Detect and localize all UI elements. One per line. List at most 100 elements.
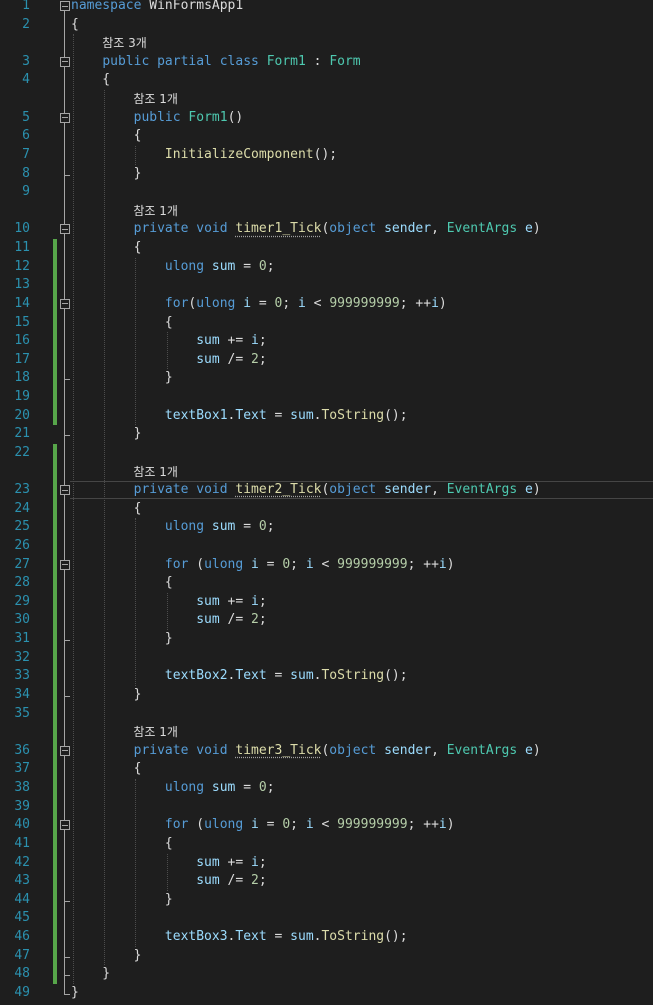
codelens-references[interactable]: 참조 1개 xyxy=(0,463,653,481)
code-token: private void xyxy=(133,221,228,237)
code-token: += xyxy=(219,333,252,349)
code-line[interactable]: 18 } xyxy=(0,369,653,387)
code-line[interactable]: 43 sum /= 2; xyxy=(0,872,653,890)
collapse-icon[interactable] xyxy=(60,745,70,756)
line-code: ulong sum = 0; xyxy=(71,258,275,276)
code-line[interactable]: 25 ulong sum = 0; xyxy=(0,518,653,536)
code-line[interactable]: 24 { xyxy=(0,500,653,518)
collapse-icon[interactable] xyxy=(60,1,70,11)
line-code: } xyxy=(71,891,173,909)
code-line[interactable]: 20 textBox1.Text = sum.ToString(); xyxy=(0,407,653,425)
code-token: e xyxy=(525,221,533,237)
code-line[interactable]: 1 namespace WinFormsApp1 xyxy=(0,0,653,15)
code-line[interactable]: 4 { xyxy=(0,71,653,89)
collapse-icon[interactable] xyxy=(60,298,70,309)
codelens-references[interactable]: 참조 1개 xyxy=(0,202,653,220)
code-line[interactable]: 35 xyxy=(0,705,653,723)
collapse-icon[interactable] xyxy=(60,820,70,831)
code-line[interactable]: 47 } xyxy=(0,947,653,965)
line-number: 49 xyxy=(14,984,30,1000)
codelens-label[interactable]: 참조 1개 xyxy=(133,463,178,481)
code-token: sum xyxy=(196,593,220,609)
code-line[interactable]: 34 } xyxy=(0,686,653,704)
code-token: { xyxy=(71,500,142,516)
code-line[interactable]: 39 xyxy=(0,798,653,816)
code-line[interactable]: 28 { xyxy=(0,574,653,592)
collapse-icon[interactable] xyxy=(60,56,70,67)
code-line[interactable]: 48 } xyxy=(0,965,653,983)
code-line[interactable]: 22 xyxy=(0,444,653,462)
code-line[interactable]: 6 { xyxy=(0,127,653,145)
code-line[interactable]: 7 InitializeComponent(); xyxy=(0,146,653,164)
code-line[interactable]: 41 { xyxy=(0,835,653,853)
code-token: i xyxy=(251,854,259,870)
codelens-references[interactable]: 참조 1개 xyxy=(0,723,653,741)
codelens-label[interactable]: 참조 1개 xyxy=(133,90,178,108)
code-line[interactable]: 10 private void timer1_Tick(object sende… xyxy=(0,220,653,238)
code-line[interactable]: 11 { xyxy=(0,239,653,257)
code-token: ) xyxy=(532,221,541,237)
code-line[interactable]: 32 xyxy=(0,649,653,667)
codelens-label[interactable]: 참조 3개 xyxy=(102,34,147,52)
code-line[interactable]: 2{ xyxy=(0,16,653,34)
code-line[interactable]: 15 { xyxy=(0,314,653,332)
code-line[interactable]: 42 sum += i; xyxy=(0,854,653,872)
code-line[interactable]: 45 xyxy=(0,909,653,927)
code-line[interactable]: 49} xyxy=(0,984,653,1002)
code-line[interactable]: 30 sum /= 2; xyxy=(0,611,653,629)
code-line[interactable]: 36 private void timer3_Tick(object sende… xyxy=(0,742,653,760)
code-line[interactable]: 31 } xyxy=(0,630,653,648)
line-code: } xyxy=(71,630,173,648)
code-line[interactable]: 33 textBox2.Text = sum.ToString(); xyxy=(0,667,653,685)
code-token: (); xyxy=(313,146,338,162)
code-token: (); xyxy=(384,929,408,944)
code-line[interactable]: 14 for(ulong i = 0; i < 999999999; ++i) xyxy=(0,295,653,313)
code-token: ( xyxy=(188,817,205,833)
code-editor[interactable]: 1 namespace WinFormsApp1 2{참조 3개 3 public p… xyxy=(0,0,653,1005)
codelens-label[interactable]: 참조 1개 xyxy=(133,202,178,220)
code-line[interactable]: 37 { xyxy=(0,760,653,778)
code-line[interactable]: 17 sum /= 2; xyxy=(0,351,653,369)
collapse-icon[interactable] xyxy=(60,112,70,123)
code-token: i xyxy=(438,817,447,833)
code-line[interactable]: 19 xyxy=(0,388,653,406)
code-token: ; xyxy=(258,612,267,628)
code-line[interactable]: 29 sum += i; xyxy=(0,593,653,611)
code-token: object xyxy=(329,482,377,498)
code-line[interactable]: 13 xyxy=(0,276,653,294)
code-token: { xyxy=(71,72,111,88)
code-line[interactable]: 26 xyxy=(0,537,653,555)
line-number: 10 xyxy=(14,221,30,237)
code-line[interactable]: 44 } xyxy=(0,891,653,909)
code-line[interactable]: 46 textBox3.Text = sum.ToString(); xyxy=(0,928,653,946)
code-line[interactable]: 38 ulong sum = 0; xyxy=(0,779,653,797)
code-line[interactable]: 21 } xyxy=(0,425,653,443)
collapse-icon[interactable] xyxy=(60,485,70,496)
code-line[interactable]: 12 ulong sum = 0; xyxy=(0,258,653,276)
code-line[interactable]: 27 for (ulong i = 0; i < 999999999; ++i) xyxy=(0,556,653,574)
codelens-references[interactable]: 참조 1개 xyxy=(0,90,653,108)
line-number: 20 xyxy=(14,407,30,423)
collapse-icon[interactable] xyxy=(60,559,70,570)
code-line[interactable]: 9 xyxy=(0,183,653,201)
line-number: 26 xyxy=(14,537,30,553)
code-token: ; ++ xyxy=(399,295,432,311)
code-token: ) xyxy=(438,295,447,311)
codelens-references[interactable]: 참조 3개 xyxy=(0,34,653,52)
code-line[interactable]: 40 for (ulong i = 0; i < 999999999; ++i) xyxy=(0,816,653,834)
code-line[interactable]: 5 public Form1() xyxy=(0,109,653,127)
code-token: sum xyxy=(290,407,314,423)
collapse-icon[interactable] xyxy=(60,224,70,235)
code-line[interactable]: 3 public partial class Form1 : Form xyxy=(0,53,653,71)
code-line[interactable]: 23 private void timer2_Tick(object sende… xyxy=(0,481,653,499)
codelens-label[interactable]: 참조 1개 xyxy=(133,723,178,741)
code-token: Text xyxy=(235,668,267,684)
code-line[interactable]: 16 sum += i; xyxy=(0,332,653,350)
code-line[interactable]: 8 } xyxy=(0,165,653,183)
